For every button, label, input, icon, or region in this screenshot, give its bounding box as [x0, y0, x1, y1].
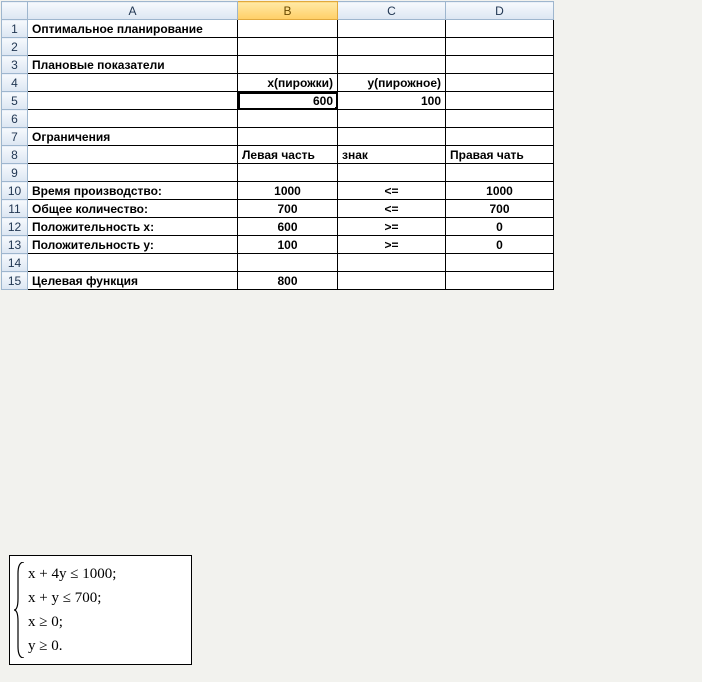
- cell-A2[interactable]: [28, 38, 238, 56]
- row-header-12[interactable]: 12: [2, 218, 28, 236]
- cell-B15[interactable]: 800: [238, 272, 338, 290]
- cell-D8[interactable]: Правая чать: [446, 146, 554, 164]
- constraint-line-4: y ≥ 0.: [28, 634, 183, 658]
- cell-D3[interactable]: [446, 56, 554, 74]
- cell-D9[interactable]: [446, 164, 554, 182]
- cell-D14[interactable]: [446, 254, 554, 272]
- constraint-line-3: x ≥ 0;: [28, 610, 183, 634]
- cell-B8[interactable]: Левая часть: [238, 146, 338, 164]
- cell-C12[interactable]: >=: [338, 218, 446, 236]
- cell-B4[interactable]: х(пирожки): [238, 74, 338, 92]
- row-header-6[interactable]: 6: [2, 110, 28, 128]
- row-header-14[interactable]: 14: [2, 254, 28, 272]
- cell-C1[interactable]: [338, 20, 446, 38]
- row-header-15[interactable]: 15: [2, 272, 28, 290]
- cell-B2[interactable]: [238, 38, 338, 56]
- cell-A6[interactable]: [28, 110, 238, 128]
- row-header-13[interactable]: 13: [2, 236, 28, 254]
- row-header-10[interactable]: 10: [2, 182, 28, 200]
- cell-C11[interactable]: <=: [338, 200, 446, 218]
- cell-A12[interactable]: Положительность х:: [28, 218, 238, 236]
- cell-A1[interactable]: Оптимальное планирование: [28, 20, 238, 38]
- cell-B10[interactable]: 1000: [238, 182, 338, 200]
- cell-C6[interactable]: [338, 110, 446, 128]
- select-all-corner[interactable]: [2, 2, 28, 20]
- constraint-line-2: x + y ≤ 700;: [28, 586, 183, 610]
- cell-A7[interactable]: Ограничения: [28, 128, 238, 146]
- cell-D12[interactable]: 0: [446, 218, 554, 236]
- cell-C13[interactable]: >=: [338, 236, 446, 254]
- cell-D11[interactable]: 700: [446, 200, 554, 218]
- cell-D7[interactable]: [446, 128, 554, 146]
- constraint-system-box: x + 4y ≤ 1000; x + y ≤ 700; x ≥ 0; y ≥ 0…: [9, 555, 192, 665]
- row-header-7[interactable]: 7: [2, 128, 28, 146]
- row-header-11[interactable]: 11: [2, 200, 28, 218]
- row-header-2[interactable]: 2: [2, 38, 28, 56]
- cell-C15[interactable]: [338, 272, 446, 290]
- constraint-line-1: x + 4y ≤ 1000;: [28, 562, 183, 586]
- cell-D2[interactable]: [446, 38, 554, 56]
- cell-A14[interactable]: [28, 254, 238, 272]
- cell-A3[interactable]: Плановые показатели: [28, 56, 238, 74]
- cell-B14[interactable]: [238, 254, 338, 272]
- cell-B13[interactable]: 100: [238, 236, 338, 254]
- cell-A10[interactable]: Время производство:: [28, 182, 238, 200]
- cell-C9[interactable]: [338, 164, 446, 182]
- cell-A4[interactable]: [28, 74, 238, 92]
- col-header-B[interactable]: B: [238, 2, 338, 20]
- row-header-8[interactable]: 8: [2, 146, 28, 164]
- cell-C14[interactable]: [338, 254, 446, 272]
- cell-D13[interactable]: 0: [446, 236, 554, 254]
- cell-A15[interactable]: Целевая функция: [28, 272, 238, 290]
- cell-B6[interactable]: [238, 110, 338, 128]
- cell-C10[interactable]: <=: [338, 182, 446, 200]
- cell-C4[interactable]: у(пирожное): [338, 74, 446, 92]
- spreadsheet[interactable]: A B C D 1 Оптимальное планирование 2 3 П…: [1, 1, 554, 290]
- cell-A11[interactable]: Общее количество:: [28, 200, 238, 218]
- cell-B5[interactable]: 600: [238, 92, 338, 110]
- row-header-3[interactable]: 3: [2, 56, 28, 74]
- cell-B7[interactable]: [238, 128, 338, 146]
- cell-A9[interactable]: [28, 164, 238, 182]
- cell-D10[interactable]: 1000: [446, 182, 554, 200]
- cell-A8[interactable]: [28, 146, 238, 164]
- row-header-5[interactable]: 5: [2, 92, 28, 110]
- cell-A5[interactable]: [28, 92, 238, 110]
- cell-B9[interactable]: [238, 164, 338, 182]
- col-header-D[interactable]: D: [446, 2, 554, 20]
- cell-C2[interactable]: [338, 38, 446, 56]
- cell-C3[interactable]: [338, 56, 446, 74]
- cell-B3[interactable]: [238, 56, 338, 74]
- col-header-A[interactable]: A: [28, 2, 238, 20]
- cell-B1[interactable]: [238, 20, 338, 38]
- cell-D5[interactable]: [446, 92, 554, 110]
- cell-D15[interactable]: [446, 272, 554, 290]
- cell-D6[interactable]: [446, 110, 554, 128]
- cell-A13[interactable]: Положительность у:: [28, 236, 238, 254]
- left-brace-icon: [14, 562, 26, 658]
- cell-C8[interactable]: знак: [338, 146, 446, 164]
- cell-B11[interactable]: 700: [238, 200, 338, 218]
- cell-C5[interactable]: 100: [338, 92, 446, 110]
- cell-B12[interactable]: 600: [238, 218, 338, 236]
- row-header-1[interactable]: 1: [2, 20, 28, 38]
- col-header-C[interactable]: C: [338, 2, 446, 20]
- cell-C7[interactable]: [338, 128, 446, 146]
- row-header-9[interactable]: 9: [2, 164, 28, 182]
- cell-D1[interactable]: [446, 20, 554, 38]
- row-header-4[interactable]: 4: [2, 74, 28, 92]
- cell-D4[interactable]: [446, 74, 554, 92]
